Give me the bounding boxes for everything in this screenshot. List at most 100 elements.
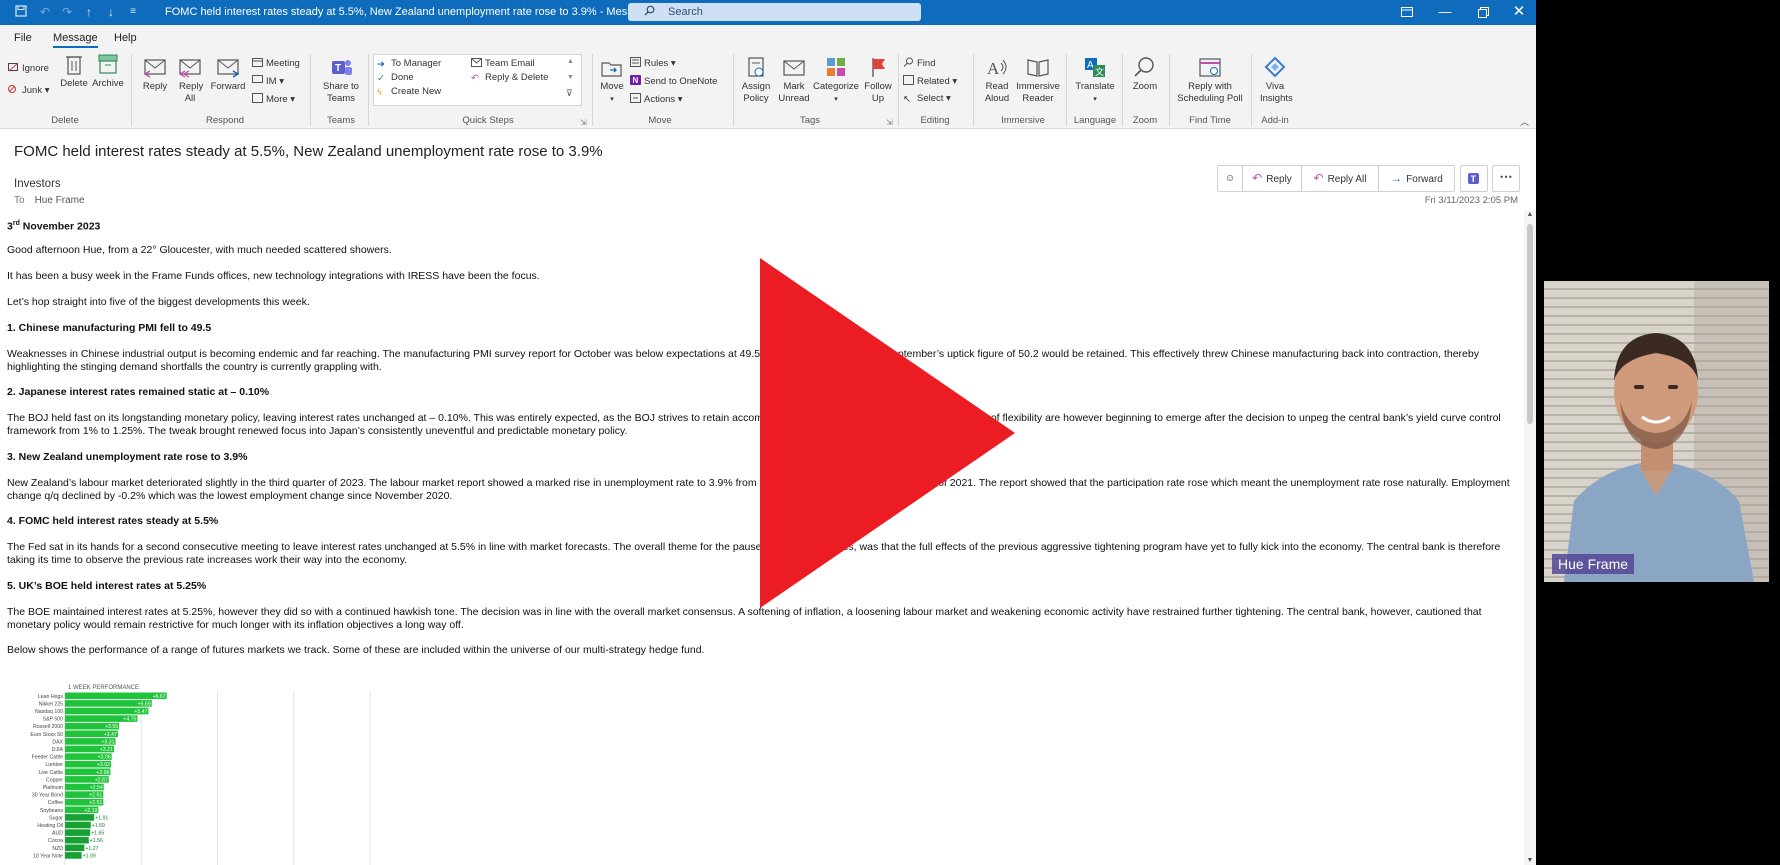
email-recipients: To Hue Frame: [14, 195, 85, 206]
quickstep-create-new[interactable]: ϟ Create New: [377, 86, 441, 98]
group-move-label: Move: [648, 115, 672, 126]
collapse-ribbon-icon[interactable]: ︿: [1520, 116, 1529, 128]
save-icon[interactable]: [14, 5, 28, 19]
chart-bar: [65, 852, 82, 859]
recipient-name[interactable]: Hue Frame: [35, 195, 85, 206]
search-placeholder: Search: [668, 6, 703, 18]
group-separator: [973, 54, 974, 126]
teams-chat-button[interactable]: T: [1460, 165, 1488, 192]
scroll-thumb[interactable]: [1527, 224, 1533, 424]
group-teams-label: Teams: [327, 115, 355, 126]
scroll-up-arrow[interactable]: ▲: [1524, 211, 1536, 218]
move-button[interactable]: Move ▾: [596, 55, 628, 106]
find-button[interactable]: Find: [903, 57, 935, 70]
rules-button[interactable]: Rules ▾: [630, 57, 676, 70]
immersive-reader-label: Immersive Reader: [1016, 81, 1060, 104]
more-respond-button[interactable]: More ▾: [252, 93, 295, 106]
weekly-performance-chart: 1 WEEK PERFORMANCE Lean Hogs +6.67 Nikkei 2…: [30, 685, 371, 865]
chart-title: 1 WEEK PERFORMANCE: [68, 685, 139, 691]
mark-unread-button[interactable]: Mark Unread: [776, 55, 812, 105]
actions-button[interactable]: Actions ▾: [630, 93, 683, 106]
message-action-bar: ☺ ↶ Reply ↶ Reply All → Forward: [1217, 165, 1455, 192]
forward-button[interactable]: Forward: [208, 55, 248, 93]
junk-button[interactable]: Junk ▾: [8, 84, 50, 97]
reply-with-scheduling-poll-button[interactable]: Reply with Scheduling Poll: [1173, 55, 1247, 105]
customize-toolbar-icon[interactable]: ≡: [126, 5, 140, 19]
quickstep-to-manager[interactable]: ➜ To Manager: [377, 58, 441, 70]
action-forward-button[interactable]: → Forward: [1379, 166, 1454, 191]
follow-up-label: Follow Up: [864, 81, 892, 104]
action-reply-all-button[interactable]: ↶ Reply All: [1302, 166, 1379, 191]
scroll-down-arrow[interactable]: ▼: [1524, 857, 1536, 864]
quickstep-done[interactable]: ✓ Done: [377, 72, 414, 84]
teams-chat-icon: T: [1468, 173, 1479, 184]
ignore-button[interactable]: Ignore: [8, 62, 49, 75]
share-to-teams-button[interactable]: T Share to Teams: [318, 55, 364, 105]
translate-button[interactable]: A文 Translate ▾: [1071, 55, 1119, 106]
group-quick-steps-label: Quick Steps: [462, 115, 514, 126]
tab-file[interactable]: File: [14, 32, 32, 44]
group-separator: [131, 54, 132, 126]
send-to-onenote-button[interactable]: N Send to OneNote: [630, 75, 717, 88]
select-button[interactable]: ↖ Select ▾: [903, 93, 951, 105]
read-aloud-icon: A: [987, 59, 1007, 78]
quickstep-reply-delete[interactable]: ↶ Reply & Delete: [471, 72, 548, 84]
svg-text:文: 文: [1095, 66, 1104, 77]
more-actions-button[interactable]: ⋯: [1492, 165, 1520, 192]
chart-category-label: Feeder Cattle: [32, 755, 64, 761]
tab-message[interactable]: Message: [53, 32, 98, 48]
group-editing-label: Editing: [920, 115, 950, 126]
archive-button[interactable]: Archive: [88, 52, 128, 90]
play-icon[interactable]: [760, 258, 1020, 608]
undo-icon[interactable]: ↶: [38, 5, 52, 19]
group-addin-label: Add-in: [1261, 115, 1289, 126]
react-emoji-button[interactable]: ☺: [1218, 166, 1243, 191]
quickstep-to-manager-label: To Manager: [391, 58, 442, 69]
greeting-paragraph: Good afternoon Hue, from a 22° Glouceste…: [7, 244, 392, 256]
quickstep-team-email[interactable]: Team Email: [471, 58, 535, 70]
minimize-button[interactable]: —: [1426, 0, 1464, 25]
find-icon: [903, 57, 914, 67]
reply-all-label: Reply All: [179, 81, 204, 104]
search-box[interactable]: Search: [628, 3, 921, 21]
date-suffix: rd: [12, 220, 20, 227]
quick-steps-launcher[interactable]: ⇲: [580, 117, 587, 129]
viva-insights-button[interactable]: Viva Insights: [1255, 55, 1295, 105]
close-button[interactable]: ✕: [1500, 0, 1536, 25]
chart-category-label: Lean Hogs: [38, 694, 63, 700]
email-scrollbar[interactable]: ▲ ▼: [1524, 210, 1536, 865]
email-sender[interactable]: Investors: [14, 178, 61, 190]
reply-all-button[interactable]: Reply All: [172, 55, 208, 105]
assign-policy-button[interactable]: Assign Policy: [736, 55, 776, 105]
action-reply-button[interactable]: ↶ Reply: [1243, 166, 1302, 191]
tab-help[interactable]: Help: [114, 32, 137, 44]
chart-category-label: Cocoa: [48, 838, 63, 844]
follow-up-button[interactable]: Follow Up: [860, 55, 896, 105]
immersive-reader-button[interactable]: Immersive Reader: [1014, 55, 1062, 105]
meeting-button[interactable]: Meeting: [252, 57, 300, 70]
reply-button[interactable]: Reply: [138, 55, 172, 93]
categorize-icon: [827, 58, 845, 76]
ribbon-display-options-icon[interactable]: [1388, 0, 1426, 25]
next-item-icon[interactable]: ↓: [104, 5, 118, 19]
window-title: FOMC held interest rates steady at 5.5%,…: [165, 6, 681, 18]
presenter-name-tag: Hue Frame: [1552, 554, 1635, 574]
search-icon: [644, 3, 655, 21]
im-button[interactable]: IM ▾: [252, 75, 284, 88]
restore-button[interactable]: [1464, 0, 1502, 25]
quick-steps-scroll-down[interactable]: ▼: [567, 72, 574, 84]
categorize-button[interactable]: Categorize ▾: [812, 55, 860, 106]
quick-steps-expand[interactable]: ⊽: [566, 87, 573, 99]
group-separator: [1169, 54, 1170, 126]
previous-item-icon[interactable]: ↑: [82, 5, 96, 19]
email-date-line: 3rd November 2023: [7, 218, 1512, 233]
chart-category-label: Copper: [46, 777, 63, 783]
more-icon: [252, 93, 263, 103]
chart-value-label: +2.19: [84, 808, 97, 814]
zoom-button[interactable]: Zoom: [1125, 55, 1165, 93]
tags-launcher[interactable]: ⇲: [886, 117, 893, 129]
related-button[interactable]: Related ▾: [903, 75, 957, 88]
read-aloud-button[interactable]: A Read Aloud: [978, 55, 1016, 105]
redo-icon[interactable]: ↷: [60, 5, 74, 19]
quick-steps-scroll-up[interactable]: ▲: [567, 56, 574, 68]
